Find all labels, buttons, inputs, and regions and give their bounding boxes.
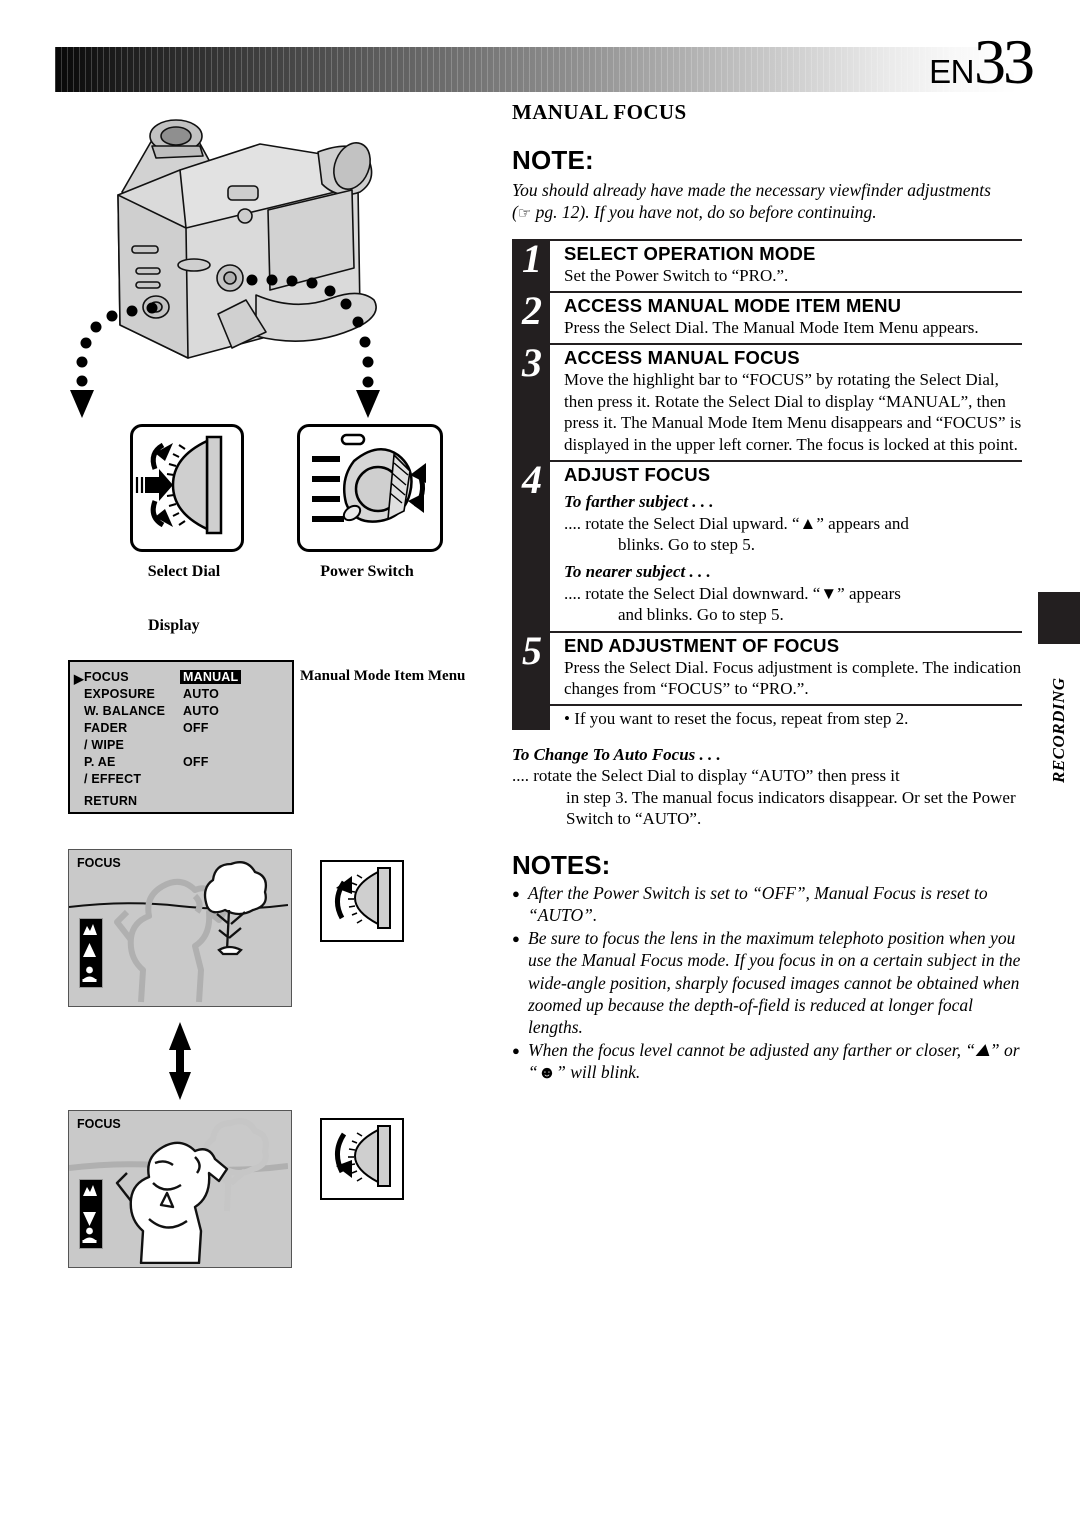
menu-value-p-ae[interactable]: OFF (183, 755, 209, 769)
menu-value-exposure[interactable]: AUTO (183, 687, 219, 701)
step-4-farther-line2: blinks. Go to step 5. (618, 535, 755, 555)
viewfinder-scene-nearer: FOCUS (68, 1110, 292, 1268)
pointing-hand-icon: ☞ (517, 206, 532, 223)
power-switch-caption: Power Switch (320, 563, 414, 580)
menu-value-w-balance[interactable]: AUTO (183, 704, 219, 718)
menu-label-p-ae[interactable]: P. AE (84, 755, 116, 769)
note-bullet-3: ● When the focus level cannot be adjuste… (512, 1039, 1022, 1083)
camcorder-illustration (60, 100, 480, 430)
reset-focus-bullet: • If you want to reset the focus, repeat… (512, 704, 1022, 729)
step-4-number: 4 (522, 457, 542, 503)
select-dial-caption: Select Dial (147, 563, 221, 580)
dial-rotate-up-icon (320, 860, 404, 942)
menu-label-focus[interactable]: FOCUS (84, 670, 129, 684)
auto-focus-line1: .... rotate the Select Dial to display “… (512, 766, 900, 786)
step-5: 5 END ADJUSTMENT OF FOCUS Press the Sele… (512, 627, 1022, 705)
step-4-nearer-line2: and blinks. Go to step 5. (618, 605, 784, 625)
focus-indicator-bar-far (79, 918, 103, 988)
menu-label-exposure[interactable]: EXPOSURE (84, 687, 155, 701)
menu-value-fader[interactable]: OFF (183, 721, 209, 735)
step-1: 1 SELECT OPERATION MODE Set the Power Sw… (512, 235, 1022, 291)
step-1-body: Set the Power Switch to “PRO.”. (564, 265, 789, 285)
note-bullet-1-text: After the Power Switch is set to “OFF”, … (528, 882, 988, 925)
step-5-title: END ADJUSTMENT OF FOCUS (564, 634, 840, 656)
menu-value-focus[interactable]: MANUAL (180, 670, 242, 684)
step-1-title: SELECT OPERATION MODE (564, 242, 816, 264)
steps-list: 1 SELECT OPERATION MODE Set the Power Sw… (512, 235, 1022, 730)
language-code: EN (929, 53, 974, 90)
step-3-body: Move the highlight bar to “FOCUS” by rot… (564, 370, 1022, 454)
section-tab-label: RECORDING (1049, 677, 1068, 783)
menu-label-return[interactable]: RETURN (84, 794, 137, 808)
step-4-nearer-body: .... rotate the Select Dial downward. “▼… (564, 583, 1022, 626)
note-page-ref: pg. 12 (535, 202, 580, 223)
select-dial-diagram (130, 424, 244, 552)
page-number-value: 33 (974, 26, 1035, 97)
step-4-farther-heading: To farther subject . . . (564, 492, 714, 512)
note-bullet-1: ● After the Power Switch is set to “OFF”… (512, 882, 1022, 926)
step-5-body: Press the Select Dial. Focus adjustment … (564, 657, 1022, 699)
note-bullet-2-text: Be sure to focus the lens in the maximum… (528, 928, 1021, 1037)
note-heading: NOTE: (512, 145, 594, 175)
notes-heading: NOTES: (512, 849, 611, 880)
step-2-body: Press the Select Dial. The Manual Mode I… (564, 317, 979, 337)
auto-focus-heading: To Change To Auto Focus . . . (512, 745, 721, 765)
step-4-farther-body: .... rotate the Select Dial upward. “▲” … (564, 513, 1022, 556)
page-header-stripes (55, 47, 1017, 92)
step-5-number: 5 (522, 627, 542, 673)
note-body: You should already have made the necessa… (512, 179, 1022, 225)
auto-focus-body: .... rotate the Select Dial to display “… (512, 765, 1022, 829)
step-4-nearer-heading: To nearer subject . . . (564, 561, 711, 581)
manual-mode-item-menu[interactable]: ▶ FOCUS MANUAL EXPOSURE AUTO W. BALANCE … (68, 660, 294, 814)
menu-label-effect[interactable]: / EFFECT (84, 772, 141, 786)
menu-label-fader[interactable]: FADER (84, 721, 127, 735)
focus-indicator-bar-near (79, 1179, 103, 1249)
note-bullet-3-text: When the focus level cannot be adjusted … (528, 1040, 1020, 1083)
viewfinder-scene-farther: FOCUS (68, 849, 292, 1007)
menu-label-w-balance[interactable]: W. BALANCE (84, 704, 165, 718)
power-switch-diagram (297, 424, 443, 552)
step-4-farther-line1: .... rotate the Select Dial upward. “▲” … (564, 514, 909, 534)
instruction-column: MANUAL FOCUS NOTE: You should already ha… (512, 100, 1022, 1084)
scene-transition-arrow (168, 1022, 192, 1100)
display-caption: Display (148, 617, 200, 634)
note-bullet-2: ● Be sure to focus the lens in the maxim… (512, 927, 1022, 1038)
step-1-number: 1 (522, 235, 542, 281)
step-4: 4 ADJUST FOCUS To farther subject . . . … (512, 460, 1022, 631)
section-title: MANUAL FOCUS (512, 100, 687, 124)
step-2-number: 2 (522, 287, 542, 333)
bullet-dot-icon: ● (512, 885, 520, 901)
dial-rotate-down-icon (320, 1118, 404, 1200)
step-4-nearer-line1: .... rotate the Select Dial downward. “▼… (564, 583, 901, 603)
page-number: EN33 (929, 30, 1035, 94)
step-3-number: 3 (522, 340, 542, 386)
bullet-dot-icon: ● (512, 931, 520, 947)
menu-cursor-icon: ▶ (74, 672, 84, 686)
step-3-title: ACCESS MANUAL FOCUS (564, 347, 800, 369)
note-body-part2: ). If you have not, do so before continu… (579, 202, 877, 223)
manual-mode-item-menu-annotation: Manual Mode Item Menu (300, 668, 466, 684)
step-2-title: ACCESS MANUAL MODE ITEM MENU (564, 294, 902, 316)
step-3: 3 ACCESS MANUAL FOCUS Move the highlight… (512, 343, 1022, 460)
step-2: 2 ACCESS MANUAL MODE ITEM MENU Press the… (512, 287, 1022, 343)
section-tab-marker (1038, 592, 1080, 644)
bullet-dot-icon: ● (512, 1043, 520, 1059)
menu-label-wipe[interactable]: / WIPE (84, 738, 124, 752)
auto-focus-line2: in step 3. The manual focus indicators d… (566, 787, 1016, 829)
step-4-title: ADJUST FOCUS (564, 464, 711, 486)
